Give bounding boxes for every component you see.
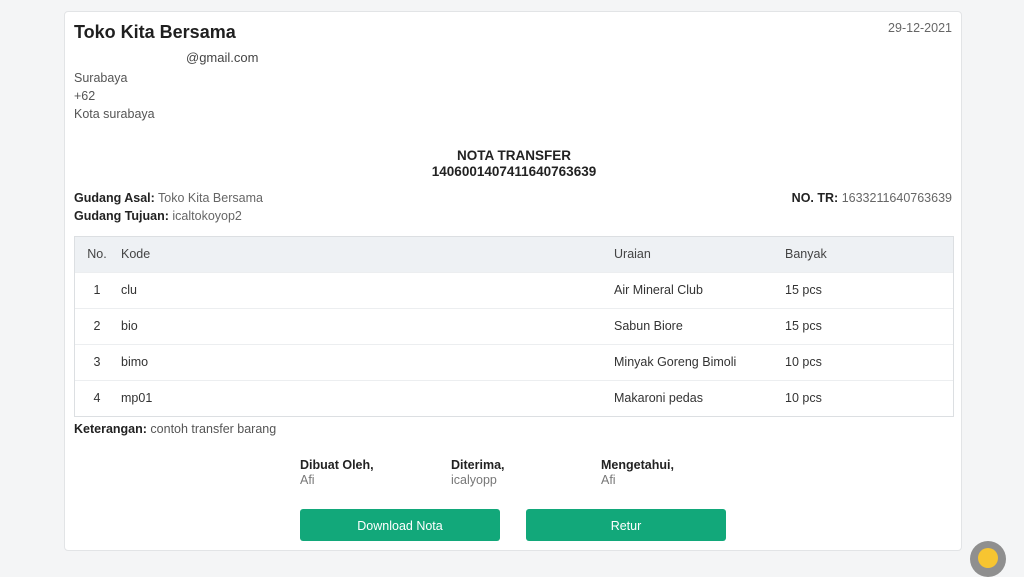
no-tr-value: 1633211640763639 <box>841 191 952 205</box>
row-no: 4 <box>93 391 101 405</box>
header-no: No. <box>87 247 107 261</box>
gudang-tujuan: Gudang Tujuan: icaltokoyop2 <box>74 209 242 223</box>
table-row: 3 bimo Minyak Goreng Bimoli 10 pcs <box>75 344 953 380</box>
gudang-asal-value: Toko Kita Bersama <box>158 191 263 205</box>
table-row: 1 clu Air Mineral Club 15 pcs <box>75 272 953 308</box>
signature-title: Mengetahui, <box>601 458 674 472</box>
header-kode: Kode <box>121 247 151 261</box>
nota-transfer-card: Toko Kita Bersama @gmail.com Surabaya +6… <box>64 11 962 551</box>
row-uraian: Sabun Biore <box>614 319 683 333</box>
row-kode: bio <box>121 319 138 333</box>
signature-name: Afi <box>601 473 616 487</box>
row-no: 3 <box>93 355 101 369</box>
row-uraian: Makaroni pedas <box>614 391 703 405</box>
signature-dibuat-oleh: Dibuat Oleh, Afi <box>300 458 374 487</box>
table-row: 4 mp01 Makaroni pedas 10 pcs <box>75 380 953 416</box>
store-phone: +62 <box>74 89 96 103</box>
no-tr: NO. TR: 1633211640763639 <box>792 191 952 205</box>
gudang-asal-label: Gudang Asal: <box>74 191 155 205</box>
row-no: 2 <box>93 319 101 333</box>
signature-title: Diterima, <box>451 458 505 472</box>
signature-diterima: Diterima, icalyopp <box>451 458 505 487</box>
signature-name: Afi <box>300 473 315 487</box>
store-email: @gmail.com <box>186 50 259 65</box>
table-header-row: No. Kode Uraian Banyak <box>75 237 953 272</box>
store-name: Toko Kita Bersama <box>74 22 236 42</box>
gudang-tujuan-value: icaltokoyop2 <box>172 209 242 223</box>
row-kode: mp01 <box>121 391 153 405</box>
keterangan-label: Keterangan: <box>74 422 147 436</box>
row-uraian: Minyak Goreng Bimoli <box>614 355 737 369</box>
chat-widget-button[interactable] <box>970 541 1006 577</box>
smiley-chat-icon <box>978 548 998 568</box>
signature-title: Dibuat Oleh, <box>300 458 374 472</box>
row-banyak: 10 pcs <box>785 391 822 405</box>
row-kode: clu <box>121 283 137 297</box>
keterangan: Keterangan: contoh transfer barang <box>74 422 276 436</box>
signature-mengetahui: Mengetahui, Afi <box>601 458 674 487</box>
row-banyak: 10 pcs <box>785 355 822 369</box>
document-title: NOTA TRANSFER <box>457 148 571 163</box>
download-nota-button[interactable]: Download Nota <box>300 509 500 541</box>
header-banyak: Banyak <box>785 247 827 261</box>
retur-button[interactable]: Retur <box>526 509 726 541</box>
row-uraian: Air Mineral Club <box>614 283 703 297</box>
signature-name: icalyopp <box>451 473 497 487</box>
document-date: 29-12-2021 <box>888 21 952 35</box>
row-banyak: 15 pcs <box>785 283 822 297</box>
header-uraian: Uraian <box>614 247 651 261</box>
table-row: 2 bio Sabun Biore 15 pcs <box>75 308 953 344</box>
store-region: Kota surabaya <box>74 107 155 121</box>
row-no: 1 <box>93 283 101 297</box>
store-city: Surabaya <box>74 71 128 85</box>
document-number: 1406001407411640763639 <box>431 164 597 179</box>
gudang-asal: Gudang Asal: Toko Kita Bersama <box>74 191 263 205</box>
row-banyak: 15 pcs <box>785 319 822 333</box>
items-table: No. Kode Uraian Banyak 1 clu Air Mineral… <box>74 236 954 417</box>
no-tr-label: NO. TR: <box>791 191 839 205</box>
keterangan-value: contoh transfer barang <box>150 422 277 436</box>
row-kode: bimo <box>121 355 149 369</box>
gudang-tujuan-label: Gudang Tujuan: <box>74 209 169 223</box>
